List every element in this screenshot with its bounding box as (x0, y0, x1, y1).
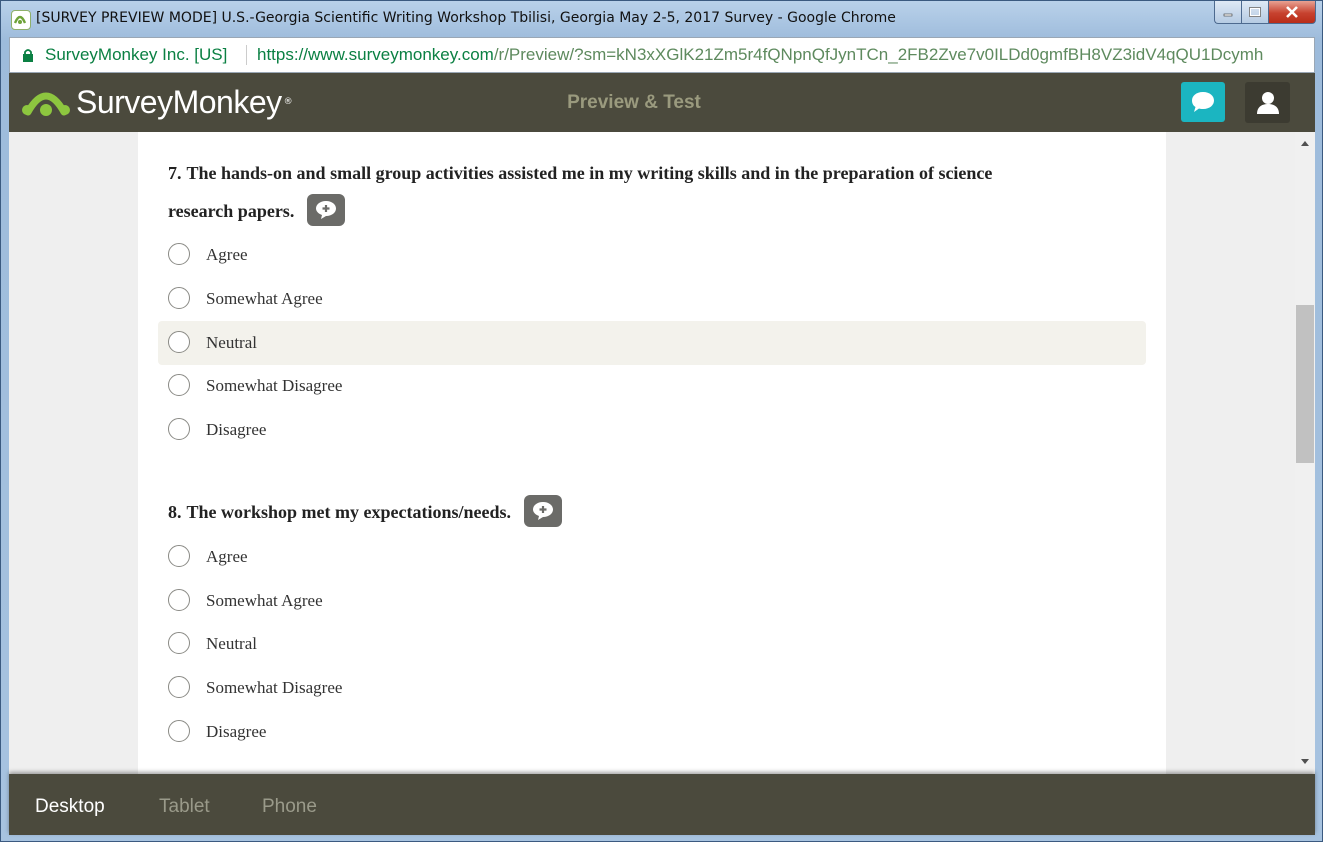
chat-bubble-icon (1192, 92, 1214, 112)
scroll-thumb[interactable] (1296, 305, 1314, 463)
question-text-line1: The hands-on and small group activities … (186, 163, 993, 183)
window-title: [SURVEY PREVIEW MODE] U.S.-Georgia Scien… (36, 10, 896, 26)
radio-button[interactable] (168, 243, 190, 265)
surveymonkey-header: SurveyMonkey ® Preview & Test (9, 73, 1315, 132)
question-number: 8. (168, 502, 182, 522)
address-divider (246, 45, 247, 65)
site-identity[interactable]: SurveyMonkey Inc. [US] (45, 45, 227, 65)
option-label: Somewhat Agree (206, 591, 323, 610)
radio-button[interactable] (168, 720, 190, 742)
q8-option-neutral[interactable]: Neutral (158, 622, 1146, 666)
url-text[interactable]: https://www.surveymonkey.com/r/Preview/?… (257, 45, 1263, 65)
option-label: Disagree (206, 420, 267, 439)
q7-option-somewhat-disagree[interactable]: Somewhat Disagree (158, 364, 1146, 408)
chat-button[interactable] (1181, 82, 1225, 122)
q8-option-somewhat-agree[interactable]: Somewhat Agree (158, 579, 1146, 623)
option-label: Disagree (206, 722, 267, 741)
option-label: Somewhat Disagree (206, 678, 343, 697)
maximize-icon[interactable] (1241, 1, 1268, 24)
question-number: 7. (168, 163, 182, 183)
option-label: Agree (206, 245, 248, 264)
user-account-button[interactable] (1245, 82, 1290, 123)
scroll-down-arrow-icon[interactable] (1295, 754, 1315, 768)
tab-desktop[interactable]: Desktop (35, 796, 105, 818)
vertical-scrollbar[interactable] (1295, 132, 1315, 774)
q8-option-somewhat-disagree[interactable]: Somewhat Disagree (158, 666, 1146, 710)
add-comment-icon[interactable] (306, 193, 345, 226)
radio-button[interactable] (168, 545, 190, 567)
close-icon[interactable] (1268, 1, 1316, 24)
title-bar: [SURVEY PREVIEW MODE] U.S.-Georgia Scien… (1, 1, 1323, 37)
scroll-up-arrow-icon[interactable] (1295, 136, 1315, 150)
radio-button[interactable] (168, 676, 190, 698)
q8-option-agree[interactable]: Agree (158, 535, 1146, 579)
question-8-title: 8. The workshop met my expectations/needs… (168, 493, 1108, 531)
radio-button[interactable] (168, 331, 190, 353)
tab-phone[interactable]: Phone (262, 796, 317, 818)
radio-button[interactable] (168, 589, 190, 611)
q7-option-somewhat-agree[interactable]: Somewhat Agree (158, 277, 1146, 321)
surveymonkey-favicon-icon (11, 10, 31, 30)
address-bar[interactable]: SurveyMonkey Inc. [US] https://www.surve… (9, 37, 1315, 73)
q8-option-disagree[interactable]: Disagree (158, 710, 1146, 754)
survey-content-area: 7. The hands-on and small group activitie… (9, 132, 1315, 774)
q7-option-agree[interactable]: Agree (158, 233, 1146, 277)
add-comment-icon[interactable] (523, 494, 562, 527)
question-text-line2: research papers. (168, 201, 295, 221)
radio-button[interactable] (168, 287, 190, 309)
radio-button[interactable] (168, 374, 190, 396)
option-label: Agree (206, 547, 248, 566)
option-label: Neutral (206, 634, 257, 653)
question-text: The workshop met my expectations/needs. (186, 502, 512, 522)
device-preview-bar: Desktop Tablet Phone (9, 774, 1315, 835)
radio-button[interactable] (168, 418, 190, 440)
url-domain: https://www.surveymonkey.com (257, 45, 494, 64)
minimize-icon[interactable] (1214, 1, 1241, 24)
window-controls (1214, 1, 1316, 25)
user-icon (1256, 91, 1279, 114)
q7-option-disagree[interactable]: Disagree (158, 408, 1146, 452)
q7-option-neutral[interactable]: Neutral (158, 321, 1146, 365)
url-path: /r/Preview/?sm=kN3xXGlK21Zm5r4fQNpnQfJyn… (493, 45, 1264, 64)
option-label: Neutral (206, 333, 257, 352)
page-title: Preview & Test (567, 92, 701, 113)
option-label: Somewhat Agree (206, 289, 323, 308)
option-label: Somewhat Disagree (206, 376, 343, 395)
tab-tablet[interactable]: Tablet (159, 796, 210, 818)
survey-page: 7. The hands-on and small group activitie… (138, 132, 1166, 774)
browser-window: [SURVEY PREVIEW MODE] U.S.-Georgia Scien… (0, 0, 1323, 842)
radio-button[interactable] (168, 632, 190, 654)
lock-icon (23, 49, 33, 62)
question-7-title: 7. The hands-on and small group activitie… (168, 154, 1108, 230)
